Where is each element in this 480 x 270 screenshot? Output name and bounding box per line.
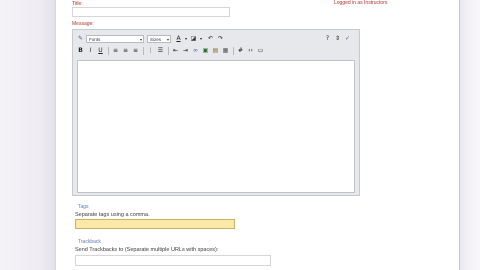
toolbar-separator — [168, 46, 169, 55]
spellcheck-icon[interactable]: ✓ — [343, 34, 352, 43]
style-icon[interactable]: ✎ — [76, 34, 85, 43]
editor-toolbar-row-1: ✎ Fonts ▾ Sizes ▾ A ▾ ◪ ▾ ↶ ↷ ? ⇕ ✓ — [76, 33, 353, 44]
message-edit-area[interactable] — [77, 60, 355, 193]
font-select-value: Fonts — [89, 36, 101, 42]
align-center-icon[interactable]: ≡ — [121, 46, 130, 55]
link-icon[interactable]: ∞ — [191, 46, 200, 55]
outdent-icon[interactable]: ⇤ — [171, 46, 180, 55]
image-icon[interactable]: ▣ — [201, 46, 210, 55]
font-color-icon[interactable]: A — [174, 34, 183, 43]
chevron-down-icon: ▾ — [139, 36, 142, 42]
size-select-value: Sizes — [150, 36, 162, 42]
chevron-down-icon[interactable]: ▾ — [199, 34, 203, 43]
redo-icon[interactable]: ↷ — [216, 34, 225, 43]
align-justify-icon[interactable]: ≡ — [131, 46, 140, 55]
left-page-frame — [0, 0, 56, 270]
message-label: Message: — [72, 21, 94, 27]
trackback-section-label: Trackback — [78, 239, 101, 245]
tags-section-label: Tags — [78, 204, 89, 210]
tags-input[interactable] — [75, 219, 235, 229]
undo-icon[interactable]: ↶ — [206, 34, 215, 43]
title-input[interactable] — [72, 7, 230, 17]
trackback-hint: Send Trackbacks to (Separate multiple UR… — [75, 247, 219, 253]
ordered-list-icon[interactable]: ⋮ — [146, 46, 155, 55]
right-page-frame — [460, 0, 480, 270]
html-source-icon[interactable]: ‹› — [246, 46, 255, 55]
media-icon[interactable]: ▤ — [211, 46, 220, 55]
help-icon[interactable]: ? — [323, 34, 332, 43]
chevron-down-icon: ▾ — [166, 36, 169, 42]
unordered-list-icon[interactable]: ☰ — [156, 46, 165, 55]
chevron-down-icon[interactable]: ▾ — [184, 34, 188, 43]
editor-toolbar-row-2: B I U ≡ ≡ ≡ ⋮ ☰ ⇤ ⇥ ∞ ▣ ▤ ▦ # ‹› ▭ — [76, 45, 266, 56]
bold-icon[interactable]: B — [76, 46, 85, 55]
highlight-color-icon[interactable]: ◪ — [189, 34, 198, 43]
italic-icon[interactable]: I — [86, 46, 95, 55]
logged-in-status[interactable]: Logged in as Instructors — [334, 0, 387, 6]
anchor-icon[interactable]: # — [236, 46, 245, 55]
size-select[interactable]: Sizes ▾ — [147, 34, 171, 43]
indent-icon[interactable]: ⇥ — [181, 46, 190, 55]
toolbar-separator — [233, 46, 234, 55]
horizontal-rule-icon[interactable]: ▭ — [256, 46, 265, 55]
toolbar-separator — [143, 46, 144, 55]
table-icon[interactable]: ▦ — [221, 46, 230, 55]
toolbar-separator — [108, 46, 109, 55]
underline-icon[interactable]: U — [96, 46, 105, 55]
resize-arrows-icon[interactable]: ⇕ — [333, 34, 342, 43]
rich-text-editor: ✎ Fonts ▾ Sizes ▾ A ▾ ◪ ▾ ↶ ↷ ? ⇕ ✓ B I … — [72, 29, 360, 196]
trackback-input[interactable] — [75, 255, 271, 266]
tags-hint: Separate tags using a comma. — [75, 212, 150, 218]
font-select[interactable]: Fonts ▾ — [86, 34, 144, 43]
align-left-icon[interactable]: ≡ — [111, 46, 120, 55]
